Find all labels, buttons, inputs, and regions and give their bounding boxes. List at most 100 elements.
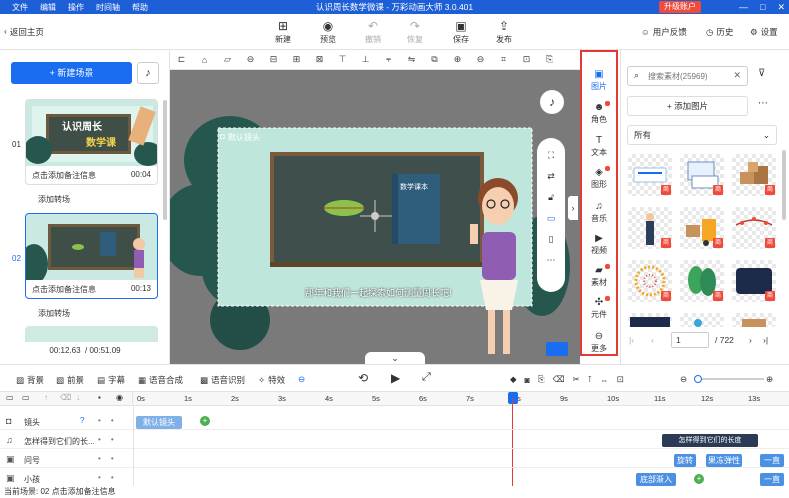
material-item[interactable]: 商: [680, 207, 724, 249]
category-video[interactable]: ▶ 视频: [582, 232, 616, 256]
speech-recognition-button[interactable]: ▩ 语音识别: [200, 374, 245, 386]
lock-dot-icon[interactable]: •: [98, 435, 101, 444]
category-filter-select[interactable]: 所有 ⌄: [627, 125, 777, 145]
lock-dot-icon[interactable]: •: [98, 473, 101, 482]
scene-scrollbar[interactable]: [163, 100, 167, 220]
bounce-clip[interactable]: 果冻弹性: [706, 454, 742, 467]
menu-edit[interactable]: 编辑: [34, 2, 62, 13]
camera-capture-icon[interactable]: ◙: [525, 375, 530, 385]
next-page-icon[interactable]: ›: [749, 335, 752, 345]
range-icon[interactable]: ⇔: [600, 375, 609, 385]
page-input[interactable]: 1: [671, 332, 709, 348]
align-icon[interactable]: ⊟: [262, 54, 285, 65]
audio-clip[interactable]: 怎样得到它们的长度: [662, 434, 758, 447]
layer-icon[interactable]: ▱: [216, 54, 239, 65]
scene-note[interactable]: 点击添加备注信息: [32, 284, 96, 295]
move-down-icon[interactable]: ↓: [76, 393, 80, 402]
maximize-icon[interactable]: □: [760, 0, 765, 14]
split-icon[interactable]: ✂: [573, 374, 580, 385]
visible-dot-icon[interactable]: •: [111, 435, 114, 444]
track-camera[interactable]: ◘ 镜头 ? • • 默认镜头 +: [0, 414, 789, 430]
copy-icon[interactable]: ⎘: [538, 374, 545, 385]
scene-note[interactable]: 点击添加备注信息: [32, 170, 96, 181]
material-item[interactable]: [628, 313, 672, 327]
ruler-icon[interactable]: ⊺: [588, 374, 592, 385]
align-bottom-icon[interactable]: ⫧: [377, 54, 400, 65]
category-text[interactable]: T 文本: [582, 134, 616, 158]
category-image[interactable]: ▣ 图片: [582, 68, 616, 92]
material-item[interactable]: 商: [732, 154, 776, 196]
home-icon[interactable]: ⌂: [193, 55, 216, 65]
category-music[interactable]: ♫ 音乐: [582, 200, 616, 224]
music-note-icon[interactable]: ♪: [137, 62, 159, 84]
lock-dot-icon[interactable]: •: [98, 454, 101, 463]
material-item[interactable]: 商: [628, 207, 672, 249]
add-keyframe-icon[interactable]: +: [694, 474, 704, 484]
vip-icon[interactable]: ◆: [510, 374, 517, 385]
last-page-icon[interactable]: ›|: [763, 335, 768, 345]
preview-button[interactable]: ◉ 预览: [313, 18, 343, 45]
category-material[interactable]: ▰ 素材: [582, 264, 616, 288]
always-clip[interactable]: 一直: [760, 473, 784, 486]
material-scrollbar[interactable]: [782, 150, 786, 220]
zoom-in-icon[interactable]: ⊕: [766, 374, 773, 385]
rewind-icon[interactable]: ⟲: [358, 371, 368, 385]
distribute-icon[interactable]: ⊠: [308, 54, 331, 65]
more-options-icon[interactable]: ⋯: [758, 98, 768, 109]
play-icon[interactable]: ▶: [391, 371, 400, 385]
menu-operate[interactable]: 操作: [62, 2, 90, 13]
material-item[interactable]: 商: [732, 260, 776, 302]
visible-dot-icon[interactable]: •: [111, 473, 114, 482]
close-icon[interactable]: ✕: [777, 0, 785, 14]
effects-button[interactable]: ✧ 特效: [258, 374, 285, 386]
fit-icon[interactable]: ⊡: [617, 374, 624, 385]
playhead-handle[interactable]: [508, 392, 518, 404]
folder-icon[interactable]: ▭: [6, 393, 14, 402]
collapse-timeline-icon[interactable]: ⌄: [365, 352, 425, 364]
subtitle-button[interactable]: ▤ 字幕: [97, 374, 125, 386]
camera-label[interactable]: ◘ 默认镜头: [220, 132, 260, 143]
material-item[interactable]: 商: [628, 154, 672, 196]
stage-canvas[interactable]: ◘ 默认镜头 数学课本 那年和我们一起探索如何测量周长吧!: [170, 70, 580, 364]
upgrade-button[interactable]: 升级账户: [659, 1, 701, 13]
track-audio[interactable]: ♫ 怎样得到它们的长... • • 怎样得到它们的长度: [0, 433, 789, 449]
undo-button[interactable]: ↶ 撤销: [358, 18, 388, 45]
scene-card-01[interactable]: 认识周长 数学课 点击添加备注信息 00:04: [25, 99, 158, 185]
camera-clip[interactable]: 默认镜头: [136, 416, 182, 429]
material-item[interactable]: 商: [628, 260, 672, 302]
menu-timeline[interactable]: 时间轴: [90, 2, 126, 13]
history-button[interactable]: ◷ 历史: [706, 26, 733, 38]
align-center-icon[interactable]: ⊞: [285, 54, 308, 65]
publish-button[interactable]: ⇪ 发布: [489, 18, 519, 45]
add-image-button[interactable]: + 添加图片: [627, 96, 748, 116]
fullscreen-icon[interactable]: ⛶: [537, 150, 565, 161]
first-page-icon[interactable]: |‹: [629, 335, 634, 345]
group-icon[interactable]: ⧉: [423, 54, 446, 65]
crop-icon[interactable]: ⌗: [492, 54, 515, 65]
more-tools-icon[interactable]: ⊖: [298, 374, 305, 385]
background-button[interactable]: ▨ 背景: [16, 374, 44, 386]
time-ruler[interactable]: 0s1s2s3s4s5s6s7s8s9s10s11s12s13s: [133, 392, 789, 406]
fullscreen-icon[interactable]: ⤢: [422, 371, 431, 384]
add-transition-button[interactable]: 添加转场: [38, 308, 70, 319]
category-role[interactable]: ☻ 角色: [582, 101, 616, 125]
align-middle-icon[interactable]: ⊥: [354, 54, 377, 65]
scene-card-03-partial[interactable]: [25, 326, 158, 342]
eye-icon[interactable]: ◉: [116, 393, 123, 402]
lock-icon[interactable]: 🔓︎: [537, 192, 565, 203]
menu-help[interactable]: 帮助: [126, 2, 154, 13]
stage-subtitle[interactable]: 那年和我们一起探索如何测量周长吧!: [305, 286, 452, 299]
back-home-button[interactable]: ‹ 返回主页: [4, 26, 44, 38]
track-question-mark[interactable]: ▣ 问号 • • 旋转 果冻弹性 一直: [0, 452, 789, 468]
delete-icon[interactable]: ⌫: [553, 374, 565, 385]
always-clip[interactable]: 一直: [760, 454, 784, 467]
align-top-icon[interactable]: ⊤: [331, 54, 354, 65]
flip-icon[interactable]: ⇄: [537, 171, 565, 182]
add-keyframe-icon[interactable]: +: [200, 416, 210, 426]
track-child[interactable]: ▣ 小孩 • • 底部渐入 + 一直: [0, 471, 789, 487]
material-item[interactable]: [732, 313, 776, 327]
zoom-in-icon[interactable]: ⊕: [446, 54, 469, 65]
redo-button[interactable]: ↷ 恢复: [400, 18, 430, 45]
expand-right-icon[interactable]: ›: [568, 196, 578, 220]
zoom-out-icon[interactable]: ⊖: [469, 54, 492, 65]
